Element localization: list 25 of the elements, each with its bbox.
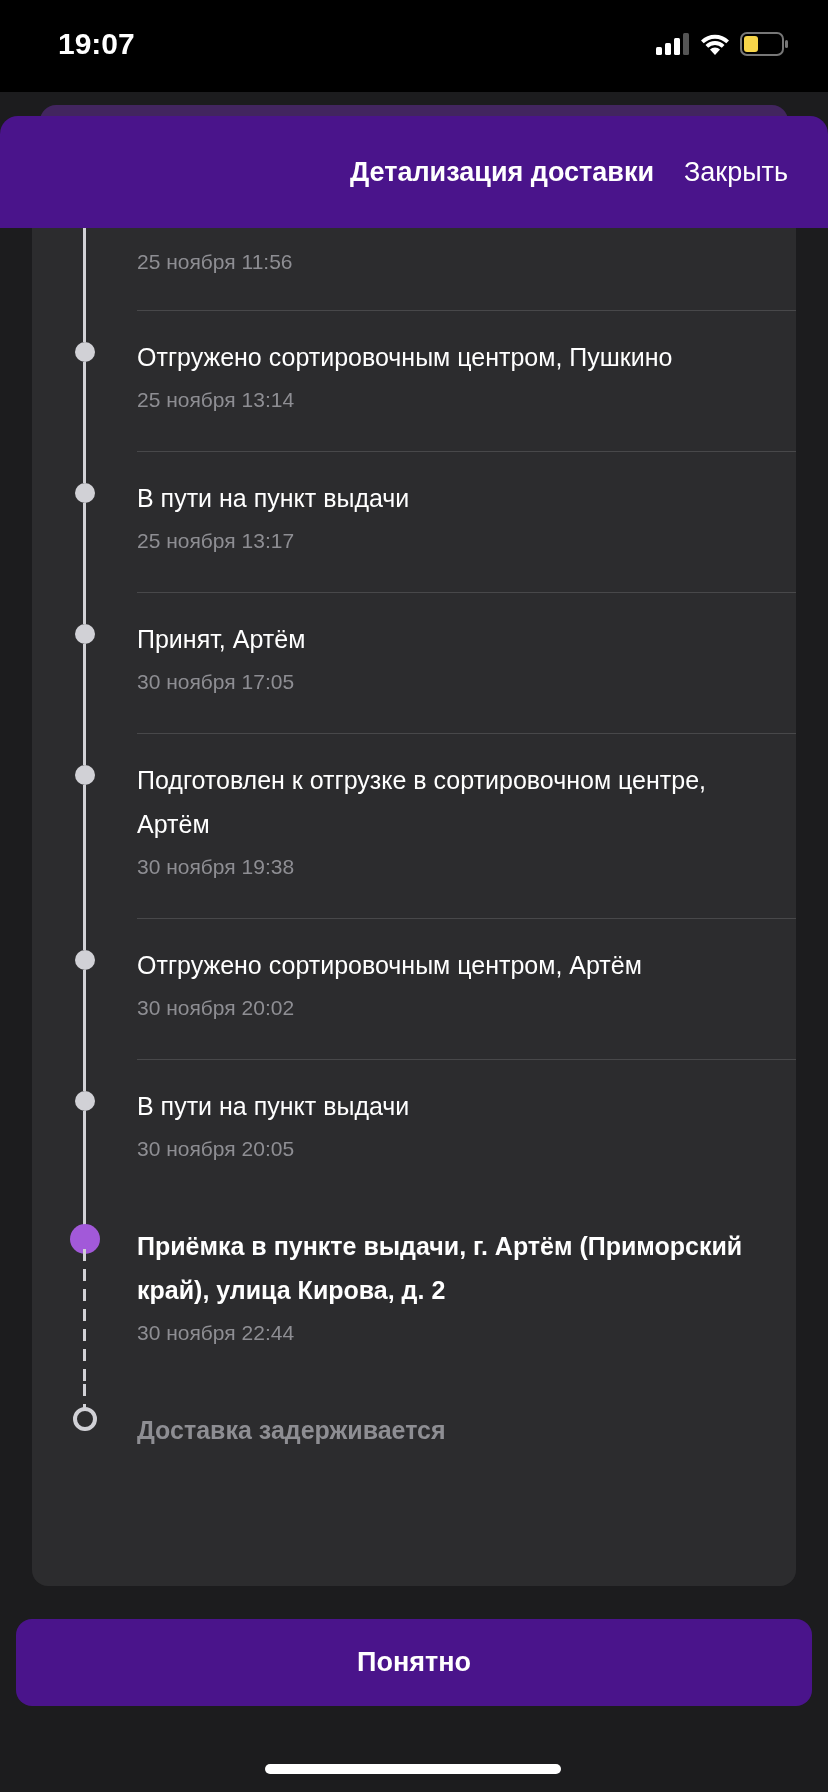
close-button[interactable]: Закрыть — [684, 156, 788, 188]
header-title: Детализация доставки — [350, 156, 654, 188]
battery-icon — [740, 32, 788, 56]
event-title: Принят, Артём — [137, 624, 307, 655]
ok-button[interactable]: Понятно — [16, 1619, 812, 1706]
timeline-dot — [69, 1224, 100, 1254]
event-date: 30 ноября 22:44 — [137, 1320, 296, 1346]
event-title: Подготовлен к отгрузке в сортировочном центре, Артём — [137, 765, 707, 840]
event-date: 30 ноября 20:05 — [137, 1136, 296, 1162]
event-date: 25 ноября 13:17 — [137, 528, 296, 554]
event-date: 30 ноября 19:38 — [137, 854, 296, 880]
event-date: 25 ноября 11:56 — [137, 249, 294, 275]
event-title: Отгружено сортировочным центром, Пушкино — [137, 342, 674, 373]
event-title: В пути на пункт выдачи — [137, 483, 411, 514]
wifi-icon — [700, 33, 730, 55]
timeline-circle — [72, 1407, 97, 1431]
event-date: 25 ноября 13:14 — [137, 387, 296, 413]
event-title: В пути на пункт выдачи — [137, 1091, 411, 1122]
event-date: 30 ноября 17:05 — [137, 669, 296, 695]
signal-icon — [656, 33, 690, 55]
event-title: Приёмка в пункте выдачи, г. Артём (Приморский край), улица Кирова, д. 2 — [137, 1231, 744, 1306]
event-title: Доставка задерживается — [137, 1415, 447, 1446]
event-title: Отгружено сортировочным центром, Артём — [137, 950, 643, 981]
status-time: 19:07 — [58, 27, 135, 61]
event-date: 30 ноября 20:02 — [137, 995, 296, 1021]
